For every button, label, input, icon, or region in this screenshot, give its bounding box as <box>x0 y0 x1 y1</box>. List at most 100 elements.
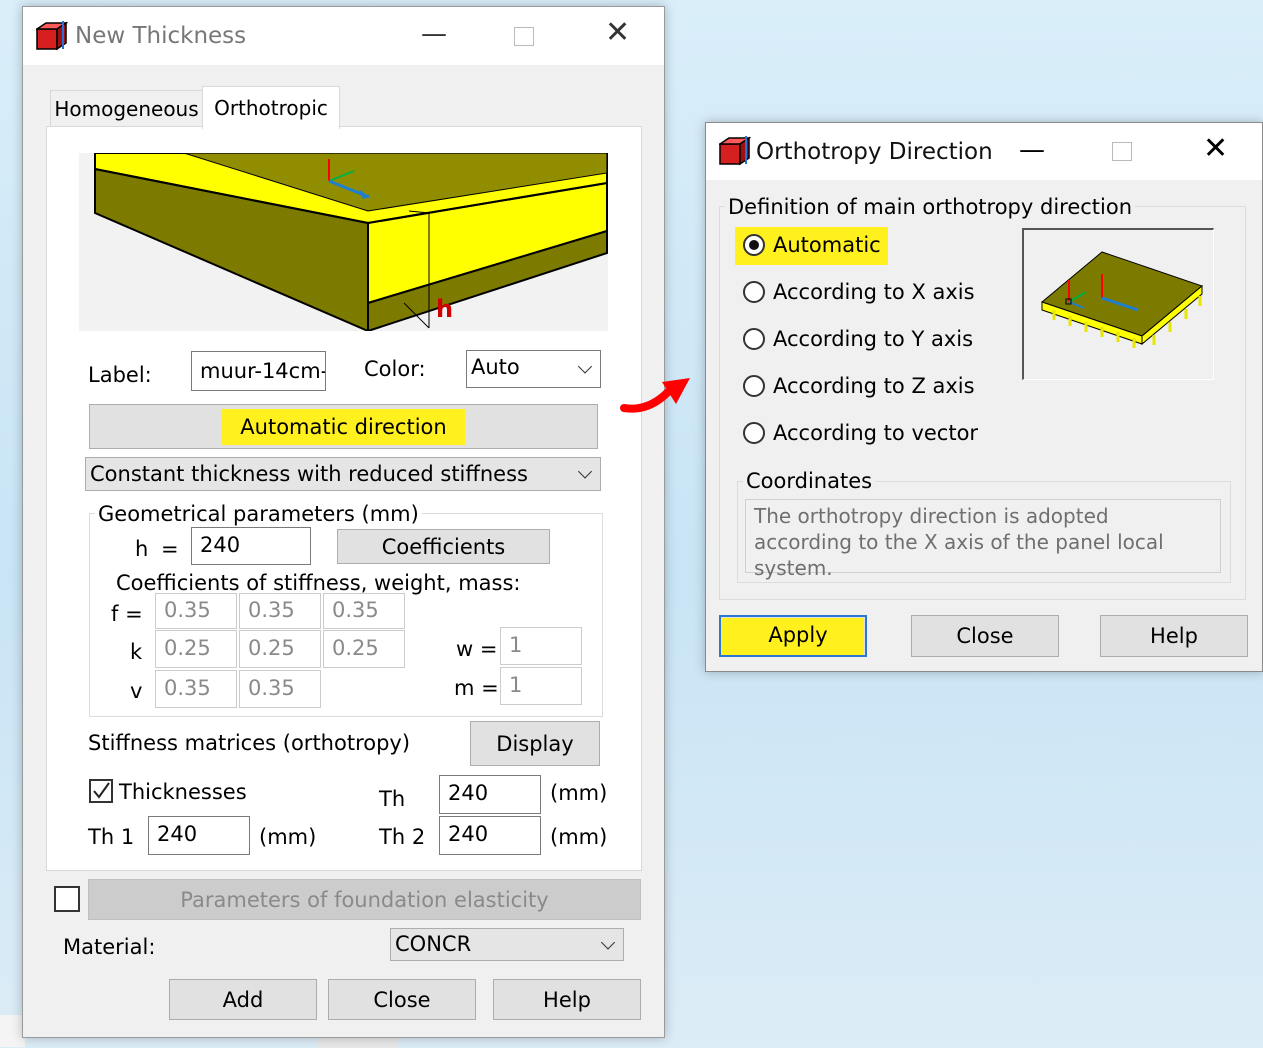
material-select[interactable]: CONCR <box>390 928 624 961</box>
label-field[interactable]: muur-14cm- <box>191 351 326 391</box>
f-caption: f = <box>111 602 143 626</box>
close-button[interactable]: Close <box>328 979 476 1020</box>
w-field[interactable]: 1 <box>500 627 582 665</box>
minimize-icon[interactable]: — <box>421 21 447 47</box>
material-caption: Material: <box>63 935 156 959</box>
tab-homogeneous-label: Homogeneous <box>54 97 199 121</box>
display-button[interactable]: Display <box>470 721 600 766</box>
display-label: Display <box>496 731 574 756</box>
option-vector: According to vector <box>773 421 979 445</box>
th-field[interactable]: 240 <box>439 775 541 814</box>
coefficients-button[interactable]: Coefficients <box>337 529 550 564</box>
label-caption: Label: <box>88 363 152 387</box>
minimize-icon[interactable]: — <box>1019 137 1045 163</box>
add-label: Add <box>222 987 264 1012</box>
thickness-type-select[interactable]: Constant thickness with reduced stiffnes… <box>85 457 601 491</box>
coordinates-info-text: The orthotropy direction is adopted acco… <box>754 504 1164 580</box>
option-automatic: Automatic <box>773 233 881 257</box>
f-coef-1[interactable]: 0.35 <box>155 593 237 629</box>
f-coef-2[interactable]: 0.35 <box>239 593 321 629</box>
check-icon <box>93 782 110 799</box>
app-icon <box>36 21 68 51</box>
chevron-down-icon <box>600 934 616 950</box>
annotation-arrow-icon <box>620 378 690 413</box>
title-bar[interactable]: Orthotropy Direction — ✕ <box>706 123 1262 180</box>
f-coef-3[interactable]: 0.35 <box>323 593 405 629</box>
color-select[interactable]: Auto <box>466 350 601 388</box>
new-thickness-dialog: New Thickness — ✕ Homogeneous Orthotropi… <box>22 6 665 1038</box>
apply-button[interactable]: Apply <box>719 615 867 657</box>
coordinates-info-box: The orthotropy direction is adopted acco… <box>745 499 1221 580</box>
radio-x-axis[interactable] <box>743 281 765 303</box>
coefficients-caption: Coefficients of stiffness, weight, mass: <box>116 571 521 595</box>
background-toolbar-fragment <box>318 1037 398 1048</box>
th1-caption: Th 1 <box>88 825 135 849</box>
w-caption: w = <box>456 637 498 661</box>
close-button[interactable]: Close <box>911 615 1059 657</box>
close-label: Close <box>373 987 431 1012</box>
h-field[interactable]: 240 <box>191 527 311 565</box>
maximize-icon[interactable] <box>514 27 534 46</box>
automatic-direction-label: Automatic direction <box>222 408 465 445</box>
add-button[interactable]: Add <box>169 979 317 1020</box>
tab-orthotropic[interactable]: Orthotropic <box>202 86 340 129</box>
option-x-axis: According to X axis <box>773 280 975 304</box>
color-select-value: Auto <box>471 355 520 379</box>
help-button[interactable]: Help <box>493 979 641 1020</box>
thickness-type-value: Constant thickness with reduced stiffnes… <box>90 462 528 486</box>
preview-h-marker: h <box>436 295 454 323</box>
help-label: Help <box>1150 624 1198 648</box>
coefficients-label: Coefficients <box>381 534 506 559</box>
h-caption: h <box>135 537 149 561</box>
option-z-axis: According to Z axis <box>773 374 975 398</box>
m-caption: m = <box>454 676 499 700</box>
v-caption: v <box>130 679 143 703</box>
radio-vector[interactable] <box>743 422 765 444</box>
window-title: New Thickness <box>75 23 247 49</box>
tab-homogeneous[interactable]: Homogeneous <box>50 90 203 127</box>
foundation-checkbox[interactable] <box>54 886 80 912</box>
th1-unit: (mm) <box>259 825 317 849</box>
m-field[interactable]: 1 <box>500 667 582 705</box>
maximize-icon[interactable] <box>1112 142 1132 161</box>
radio-automatic[interactable] <box>743 234 765 256</box>
title-bar[interactable]: New Thickness — ✕ <box>23 7 664 65</box>
thicknesses-caption: Thicknesses <box>119 780 247 804</box>
thickness-preview-image: h <box>79 153 608 331</box>
th-unit: (mm) <box>550 781 608 805</box>
foundation-elasticity-label: Parameters of foundation elasticity <box>180 887 549 912</box>
tab-orthotropic-label: Orthotropic <box>214 96 328 120</box>
option-y-axis: According to Y axis <box>773 327 974 351</box>
stiffness-caption: Stiffness matrices (orthotropy) <box>88 731 411 755</box>
radio-z-axis[interactable] <box>743 375 765 397</box>
help-button[interactable]: Help <box>1100 615 1248 657</box>
thicknesses-checkbox[interactable] <box>89 779 113 803</box>
orthotropy-group-title: Definition of main orthotropy direction <box>725 195 1136 219</box>
close-icon[interactable]: ✕ <box>1203 134 1228 164</box>
foundation-elasticity-button[interactable]: Parameters of foundation elasticity <box>88 879 641 920</box>
close-label: Close <box>956 624 1014 648</box>
k-coef-1[interactable]: 0.25 <box>155 630 237 668</box>
app-icon <box>719 136 751 166</box>
close-icon[interactable]: ✕ <box>605 18 630 48</box>
window-title: Orthotropy Direction <box>756 139 993 165</box>
th-caption: Th <box>379 787 406 811</box>
chevron-down-icon <box>577 359 593 374</box>
v-coef-2[interactable]: 0.35 <box>239 670 321 708</box>
v-coef-1[interactable]: 0.35 <box>155 670 237 708</box>
geometrical-parameters-title: Geometrical parameters (mm) <box>95 502 422 526</box>
apply-label: Apply <box>722 617 864 655</box>
k-caption: k <box>130 640 143 664</box>
th1-field[interactable]: 240 <box>148 816 250 855</box>
coordinates-title: Coordinates <box>743 469 876 493</box>
k-coef-3[interactable]: 0.25 <box>323 630 405 668</box>
color-caption: Color: <box>364 357 426 381</box>
th2-field[interactable]: 240 <box>439 816 541 855</box>
radio-y-axis[interactable] <box>743 328 765 350</box>
automatic-direction-button[interactable]: Automatic direction <box>89 404 598 449</box>
h-equals: = <box>161 537 179 561</box>
k-coef-2[interactable]: 0.25 <box>239 630 321 668</box>
help-label: Help <box>543 987 591 1012</box>
material-select-value: CONCR <box>395 932 472 956</box>
orthotropy-preview-image <box>1022 228 1214 380</box>
